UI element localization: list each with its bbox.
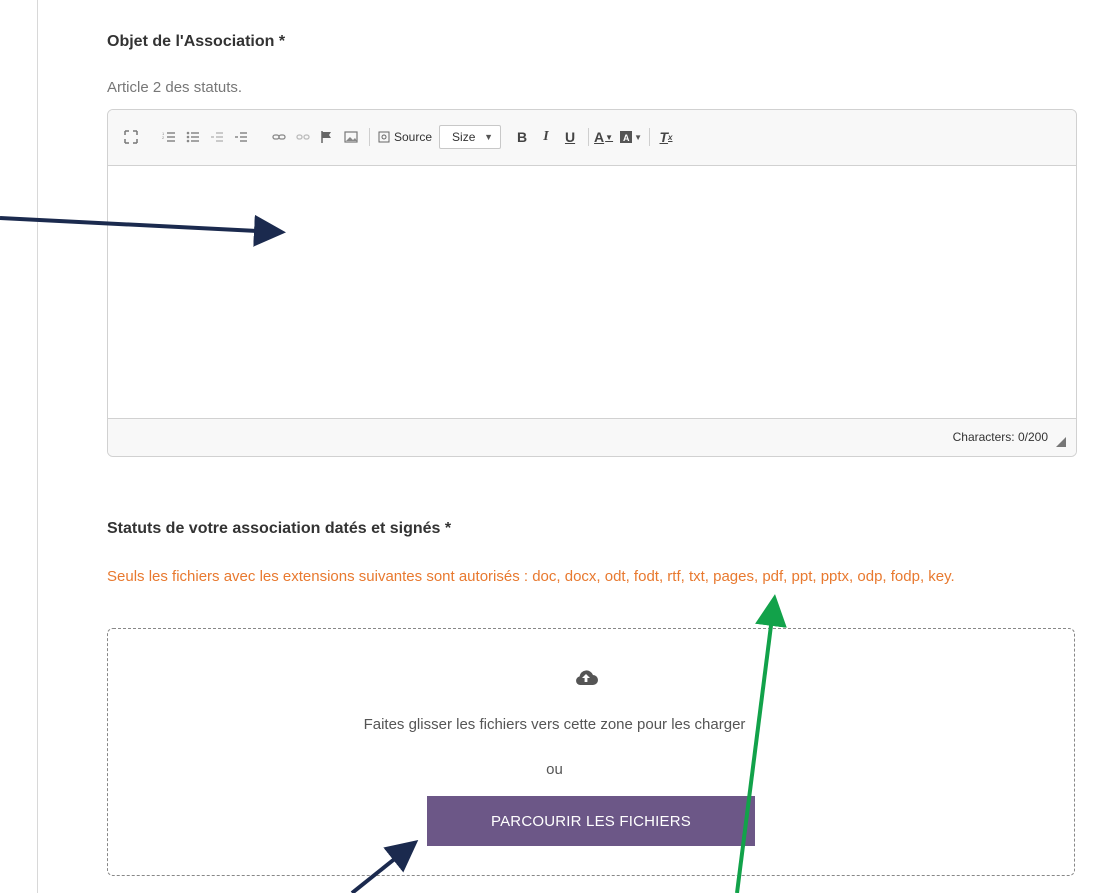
browse-files-button[interactable]: PARCOURIR LES FICHIERS — [427, 796, 755, 846]
remove-format-button[interactable]: Tx — [655, 126, 677, 148]
rich-text-editor: 12 Source Size ▼ B I U A ▼ A ▼ T x Chara… — [107, 109, 1077, 457]
font-size-select[interactable]: Size ▼ — [439, 125, 502, 149]
toolbar-separator — [369, 128, 370, 146]
cloud-upload-icon — [576, 670, 598, 685]
remove-format-label: T — [659, 129, 669, 145]
toolbar-separator — [588, 128, 590, 146]
drag-instruction-text: Faites glisser les fichiers vers cette z… — [363, 716, 746, 733]
maximize-icon[interactable] — [120, 126, 142, 148]
svg-text:2: 2 — [162, 135, 165, 140]
allowed-extensions-note: Seuls les fichiers avec les extensions s… — [107, 568, 955, 585]
objet-field-label: Objet de l'Association * — [107, 33, 286, 50]
character-counter: Characters: 0/200 — [952, 430, 1048, 444]
toolbar-separator — [649, 128, 650, 146]
underline-button[interactable]: U — [559, 126, 581, 148]
source-icon — [378, 131, 390, 143]
chevron-down-icon: ▼ — [484, 132, 494, 142]
source-button[interactable]: Source — [375, 126, 435, 148]
or-text: ou — [546, 761, 563, 778]
svg-text:A: A — [623, 133, 630, 143]
source-label: Source — [394, 130, 433, 144]
numbered-list-icon[interactable]: 12 — [158, 126, 180, 148]
editor-footer: Characters: 0/200 — [108, 418, 1076, 456]
left-border-line — [37, 0, 38, 893]
resize-handle[interactable] — [1056, 437, 1066, 447]
unlink-icon[interactable] — [292, 126, 314, 148]
bulleted-list-icon[interactable] — [182, 126, 204, 148]
image-icon[interactable] — [340, 126, 362, 148]
italic-button[interactable]: I — [535, 126, 557, 148]
text-color-button[interactable]: A ▼ — [594, 126, 613, 148]
editor-content-area[interactable] — [108, 166, 1076, 420]
anchor-flag-icon[interactable] — [316, 126, 338, 148]
background-color-icon: A — [620, 131, 633, 143]
chevron-down-icon: ▼ — [634, 132, 642, 142]
indent-icon[interactable] — [230, 126, 252, 148]
editor-toolbar: 12 Source Size ▼ B I U A ▼ A ▼ T x — [108, 110, 1076, 166]
chevron-down-icon: ▼ — [605, 132, 614, 142]
objet-help-text: Article 2 des statuts. — [107, 79, 243, 96]
outdent-icon[interactable] — [206, 126, 228, 148]
link-icon[interactable] — [268, 126, 290, 148]
background-color-button[interactable]: A ▼ — [619, 126, 642, 148]
text-color-label: A — [594, 129, 605, 145]
size-label: Size — [452, 130, 476, 144]
bold-button[interactable]: B — [511, 126, 533, 148]
statuts-field-label: Statuts de votre association datés et si… — [107, 520, 452, 537]
